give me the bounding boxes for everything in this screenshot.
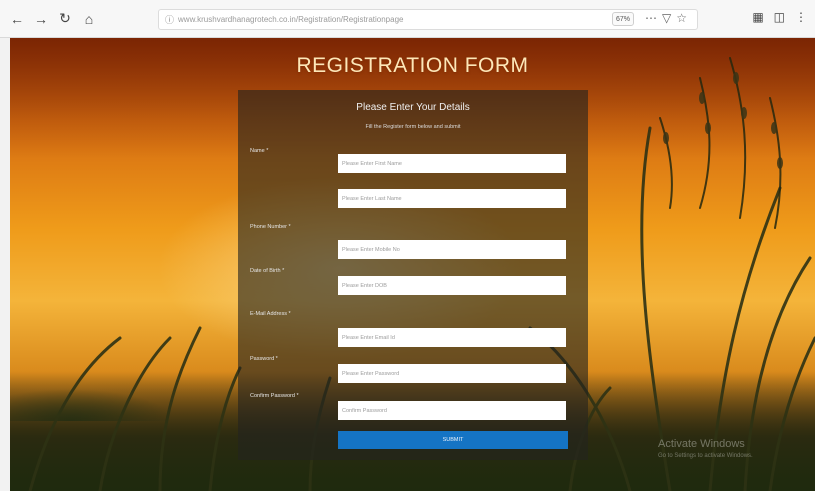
- menu-icon[interactable]: ⋮: [795, 10, 807, 24]
- name-label: Name *: [250, 148, 269, 154]
- email-label: E-Mail Address *: [250, 311, 291, 317]
- url-actions: ⋯ ▽ ☆: [645, 11, 687, 25]
- email-input[interactable]: [338, 328, 566, 347]
- sidebar-icon[interactable]: ◫: [774, 10, 785, 24]
- password-label: Password *: [250, 356, 278, 362]
- form-heading: Please Enter Your Details: [356, 102, 470, 113]
- dob-input[interactable]: [338, 276, 566, 295]
- zoom-indicator[interactable]: 67%: [612, 12, 634, 26]
- page-info-icon[interactable]: ⓘ: [165, 13, 174, 26]
- confirm-password-label: Confirm Password *: [250, 393, 299, 399]
- first-name-input[interactable]: [338, 154, 566, 173]
- page-viewport: REGISTRATION FORM Please Enter Your Deta…: [10, 38, 815, 491]
- bookmark-star-icon[interactable]: ☆: [676, 11, 687, 25]
- browser-toolbar: ← → ↻ ⌂ ⓘ www.krushvardhanagrotech.co.in…: [0, 0, 815, 38]
- reload-icon[interactable]: ↻: [54, 8, 76, 30]
- activate-windows-watermark: Activate Windows Go to Settings to activ…: [658, 438, 753, 459]
- pocket-icon[interactable]: ▽: [662, 11, 671, 25]
- watermark-subtitle: Go to Settings to activate Windows.: [658, 453, 753, 459]
- form-subheading: Fill the Register form below and submit: [365, 124, 461, 130]
- forward-arrow-icon[interactable]: →: [30, 8, 52, 30]
- phone-input[interactable]: [338, 240, 566, 259]
- last-name-input[interactable]: [338, 189, 566, 208]
- confirm-password-input[interactable]: [338, 401, 566, 420]
- home-icon[interactable]: ⌂: [78, 8, 100, 30]
- watermark-title: Activate Windows: [658, 438, 745, 450]
- url-text: www.krushvardhanagrotech.co.in/Registrat…: [178, 15, 404, 24]
- submit-button[interactable]: SUBMIT: [338, 431, 568, 449]
- page-title: REGISTRATION FORM: [296, 54, 529, 77]
- library-icon[interactable]: ▦: [752, 10, 763, 24]
- toolbar-right: ▦ ◫ ⋮: [752, 10, 807, 24]
- phone-label: Phone Number *: [250, 224, 291, 230]
- password-input[interactable]: [338, 364, 566, 383]
- registration-form: Please Enter Your Details Fill the Regis…: [238, 90, 588, 460]
- nav-buttons: ← → ↻ ⌂: [0, 8, 100, 30]
- dob-label: Date of Birth *: [250, 268, 285, 274]
- page-actions-icon[interactable]: ⋯: [645, 11, 657, 25]
- back-arrow-icon[interactable]: ←: [6, 8, 28, 30]
